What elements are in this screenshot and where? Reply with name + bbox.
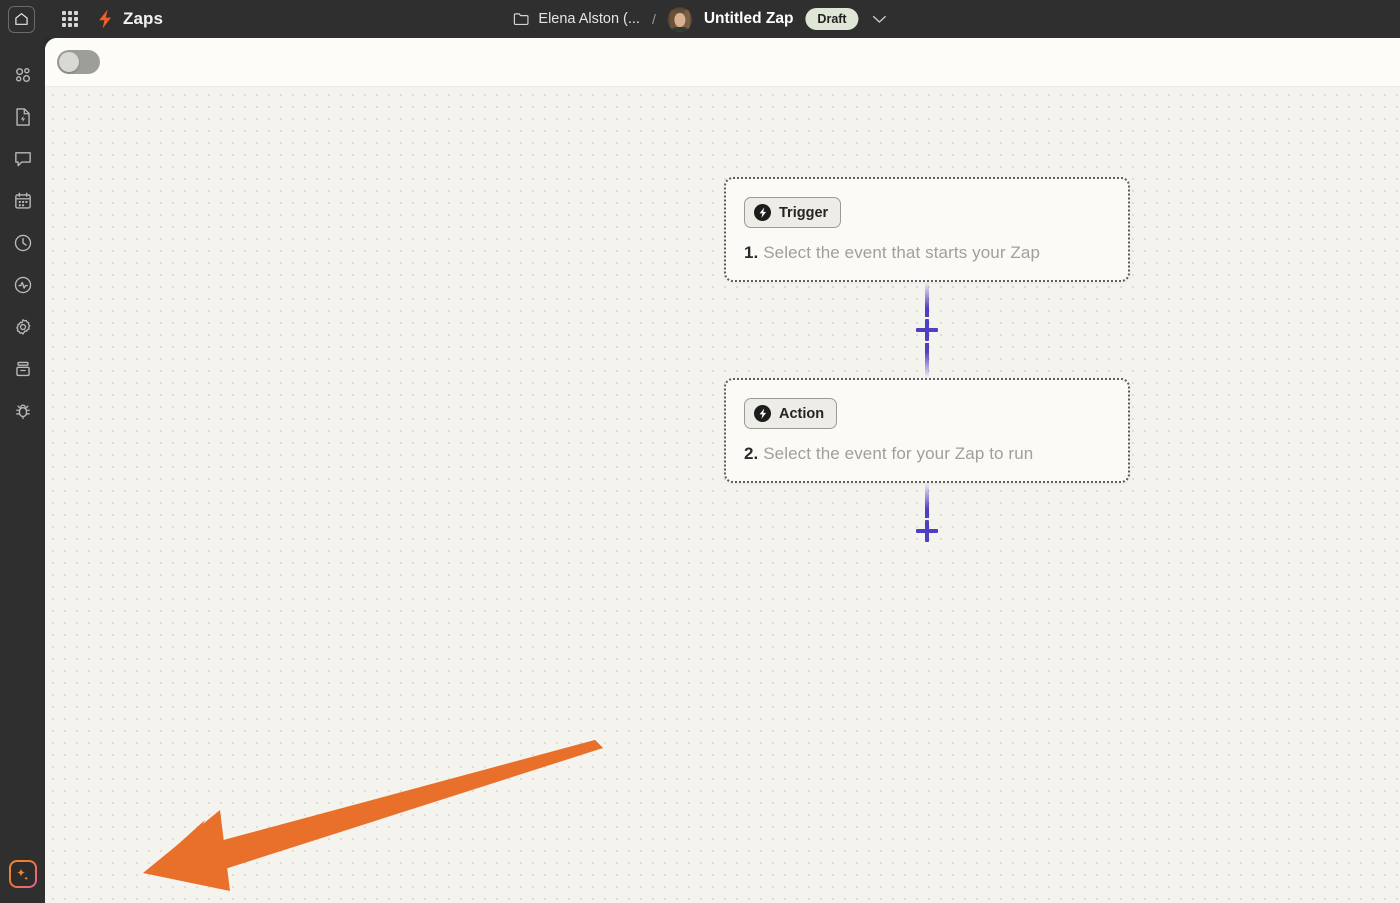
action-badge-label: Action	[779, 405, 825, 422]
add-step-between-1-2-button[interactable]	[914, 317, 940, 343]
connector-1	[724, 282, 1130, 378]
calendar-icon	[14, 192, 31, 209]
sidebar-item-storage[interactable]	[3, 348, 43, 390]
trigger-description: 1. Select the event that starts your Zap	[744, 243, 1110, 263]
zap-flow: Trigger 1. Select the event that starts …	[724, 177, 1130, 544]
sidebar-item-chatbots[interactable]	[3, 138, 43, 180]
trigger-step-number: 1.	[744, 243, 759, 262]
grid-dot	[68, 17, 72, 21]
ai-button-inner	[10, 862, 35, 886]
ai-assistant-button[interactable]	[8, 860, 37, 888]
connector-2	[724, 483, 1130, 544]
grid-dot	[62, 23, 66, 27]
zaps-nodes-icon	[15, 67, 30, 83]
avatar[interactable]	[667, 6, 693, 32]
zap-name[interactable]: Untitled Zap	[704, 10, 794, 28]
breadcrumb-folder[interactable]: Elena Alston (...	[513, 11, 640, 27]
sidebar-item-tables[interactable]	[3, 180, 43, 222]
grid-dot	[74, 17, 78, 21]
sidebar-item-history[interactable]	[3, 222, 43, 264]
activity-pulse-icon	[14, 276, 31, 294]
trigger-badge[interactable]: Trigger	[744, 197, 842, 228]
apps-grid-icon	[62, 11, 66, 15]
apps-grid-button[interactable]	[59, 8, 81, 30]
gear-icon	[15, 319, 30, 335]
status-badge[interactable]: Draft	[805, 8, 859, 30]
bug-icon	[15, 404, 30, 420]
zap-on-off-toggle[interactable]	[57, 50, 100, 74]
sidebar-item-debug[interactable]	[3, 390, 43, 432]
sidebar-item-interfaces[interactable]	[3, 96, 43, 138]
zapier-bolt-logo-icon	[99, 9, 111, 29]
flow-canvas[interactable]: Trigger 1. Select the event that starts …	[45, 86, 1400, 903]
left-sidebar	[0, 38, 45, 903]
grid-dot	[74, 23, 78, 27]
connector-line-bottom	[925, 343, 929, 378]
chevron-down-icon	[873, 15, 887, 23]
editor-canvas-area: Trigger 1. Select the event that starts …	[45, 38, 1400, 903]
toggle-knob	[59, 52, 79, 72]
storage-box-icon	[15, 361, 30, 377]
folder-icon	[513, 13, 529, 25]
clock-icon	[14, 234, 31, 252]
home-icon	[15, 13, 28, 25]
zap-breadcrumb: Elena Alston (... / Untitled Zap Draft	[513, 6, 887, 32]
action-node[interactable]: Action 2. Select the event for your Zap …	[724, 378, 1130, 483]
add-step-after-2-button[interactable]	[914, 518, 940, 544]
connector-line-top	[925, 282, 929, 317]
zapier-logo-button[interactable]	[97, 9, 113, 29]
bolt-circle-icon	[754, 204, 771, 221]
trigger-badge-label: Trigger	[779, 204, 829, 221]
action-description-text: Select the event for your Zap to run	[763, 444, 1034, 463]
chat-bubble-icon	[14, 152, 31, 167]
grid-dot	[68, 23, 72, 27]
bolt-glyph-icon	[759, 207, 766, 218]
action-description: 2. Select the event for your Zap to run	[744, 444, 1110, 464]
sidebar-item-monitoring[interactable]	[3, 264, 43, 306]
ai-sparkle-icon	[16, 867, 29, 880]
top-bar: Zaps Elena Alston (... / Untitled Zap Dr…	[0, 0, 1400, 38]
connector-line-tail	[925, 483, 929, 518]
action-step-number: 2.	[744, 444, 759, 463]
trigger-description-text: Select the event that starts your Zap	[763, 243, 1041, 262]
grid-dot	[62, 17, 66, 21]
canvas-toolbar	[45, 38, 1400, 86]
home-button[interactable]	[8, 5, 35, 33]
breadcrumb-separator: /	[651, 11, 656, 27]
avatar-shirt	[672, 26, 688, 32]
sidebar-item-zaps[interactable]	[3, 54, 43, 96]
trigger-node[interactable]: Trigger 1. Select the event that starts …	[724, 177, 1130, 282]
breadcrumb-folder-name: Elena Alston (...	[538, 11, 640, 27]
action-badge[interactable]: Action	[744, 398, 838, 429]
bolt-glyph-icon	[759, 408, 766, 419]
sidebar-item-settings[interactable]	[3, 306, 43, 348]
zap-menu-button[interactable]	[873, 15, 887, 24]
page-title[interactable]: Zaps	[123, 9, 163, 29]
grid-dot	[74, 11, 78, 15]
bolt-circle-icon	[754, 405, 771, 422]
grid-dot	[68, 11, 72, 15]
document-bolt-icon	[15, 108, 30, 126]
